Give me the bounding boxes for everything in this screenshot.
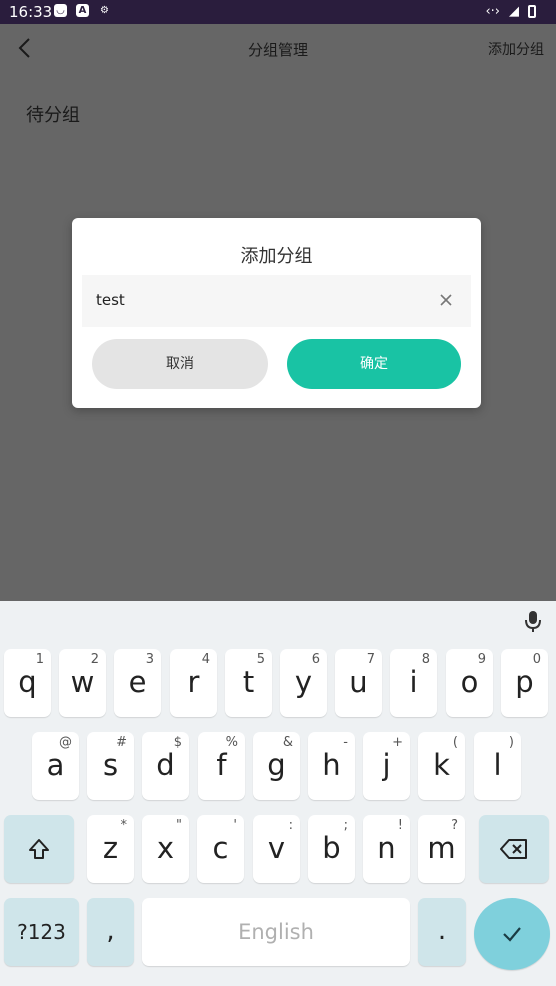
key-label: a [46, 748, 65, 782]
key-label: p [515, 665, 534, 699]
key-label: j [382, 748, 391, 782]
key-label: b [322, 831, 341, 865]
key-d[interactable]: $ d [142, 732, 189, 800]
key-p[interactable]: 0p [501, 649, 548, 717]
key-label: l [493, 748, 502, 782]
period-key-label: . [437, 916, 447, 946]
key-label: g [267, 748, 286, 782]
symbols-key[interactable]: ?123 [4, 898, 79, 966]
key-r[interactable]: 4r [170, 649, 217, 717]
status-bar: 16:33 ◡ A ⚙ ‹·› ◢ [0, 0, 556, 24]
key-label: k [433, 748, 450, 782]
key-label: y [294, 665, 313, 699]
key-label: m [427, 831, 456, 865]
key-label: d [156, 748, 175, 782]
app-bar: 分组管理 添加分组 [0, 24, 556, 74]
key-l[interactable]: ) l [474, 732, 521, 800]
key-label: s [102, 748, 119, 782]
key-label: u [349, 665, 368, 699]
space-key[interactable]: English [142, 898, 410, 966]
signal-icon: ◢ [509, 4, 519, 19]
key-c[interactable]: ' c [197, 815, 244, 883]
shift-key[interactable] [4, 815, 74, 883]
a-app-icon: A [76, 4, 89, 17]
key-h[interactable]: -h [308, 732, 355, 800]
key-s[interactable]: # s [87, 732, 134, 800]
soft-keyboard: 1 q 2 w 3 e 4 r 5 t 6 y 7 u 8 i 9 o 0 p @ a # s $ d% f & g - h + j(k) l * z… [0, 601, 556, 986]
key-label: v [267, 831, 286, 865]
add-group-dialog: 添加分组 取消 确定 [72, 218, 481, 408]
key-label: h [322, 748, 341, 782]
backspace-key[interactable] [479, 815, 549, 883]
key-u[interactable]: 7u [335, 649, 382, 717]
key-label: n [377, 831, 396, 865]
group-name-input[interactable] [96, 291, 416, 309]
key-label: r [187, 665, 200, 699]
checkmark-icon [503, 927, 521, 942]
key-i[interactable]: 8i [390, 649, 437, 717]
key-b[interactable]: ; b [308, 815, 355, 883]
key-label: f [216, 748, 227, 782]
key-q[interactable]: 1q [4, 649, 51, 717]
comma-key[interactable]: , [87, 898, 134, 966]
battery-icon [528, 5, 536, 18]
key-w[interactable]: 2w [59, 649, 106, 717]
group-name-field [82, 275, 471, 327]
key-label: q [18, 665, 37, 699]
key-f[interactable]: % f [198, 732, 245, 800]
ungrouped-section-label: 待分组 [26, 105, 80, 126]
clear-icon[interactable] [439, 293, 453, 307]
key-g[interactable]: & g [253, 732, 300, 800]
key-v[interactable]: :v [253, 815, 300, 883]
settings-icon: ⚙ [100, 5, 109, 16]
key-label: x [156, 831, 175, 865]
microphone-icon[interactable] [522, 609, 544, 633]
key-j[interactable]: + j [363, 732, 410, 800]
key-label: e [128, 665, 147, 699]
key-n[interactable]: ! n [363, 815, 410, 883]
key-x[interactable]: " x [142, 815, 189, 883]
space-key-label: English [238, 920, 314, 944]
key-label: t [242, 665, 255, 699]
status-time: 16:33 [9, 3, 53, 21]
period-key[interactable]: . [418, 898, 466, 966]
enter-key[interactable] [474, 898, 550, 970]
key-label: w [70, 665, 95, 699]
shift-icon [29, 839, 49, 859]
key-a[interactable]: @ a [32, 732, 79, 800]
key-label: c [212, 831, 229, 865]
key-e[interactable]: 3e [114, 649, 161, 717]
key-y[interactable]: 6y [280, 649, 327, 717]
cancel-button[interactable]: 取消 [92, 339, 268, 389]
confirm-button[interactable]: 确定 [287, 339, 461, 389]
dialog-title: 添加分组 [240, 246, 313, 267]
comma-key-label: , [106, 916, 115, 946]
key-m[interactable]: ? m [418, 815, 465, 883]
key-t[interactable]: 5t [225, 649, 272, 717]
page-title: 分组管理 [247, 41, 308, 59]
symbols-key-label: ?123 [17, 920, 66, 944]
key-label: z [102, 831, 119, 865]
key-k[interactable]: (k [418, 732, 465, 800]
data-arrows-icon: ‹·› [485, 4, 500, 19]
key-z[interactable]: * z [87, 815, 134, 883]
add-group-button[interactable]: 添加分组 [488, 39, 544, 59]
key-label: o [460, 665, 479, 699]
key-o[interactable]: 9o [446, 649, 493, 717]
key-label: i [409, 665, 418, 699]
notification-app-icon: ◡ [54, 4, 67, 17]
backspace-icon [500, 839, 527, 859]
